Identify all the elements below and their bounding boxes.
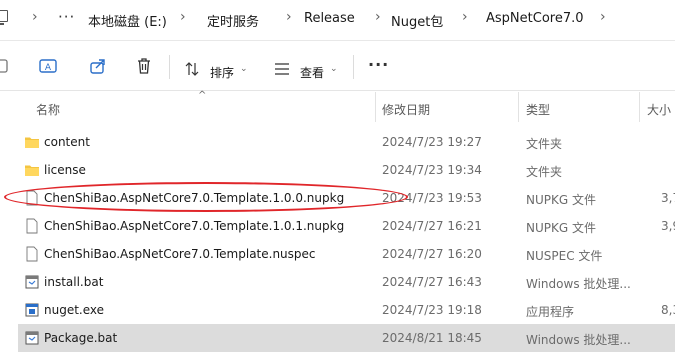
copy-icon[interactable] <box>0 56 12 76</box>
file-name: ChenShiBao.AspNetCore7.0.Template.1.0.0.… <box>44 191 345 205</box>
column-modified[interactable]: 修改日期 <box>382 101 430 118</box>
file-modified: 2024/7/27 16:20 <box>382 247 482 261</box>
list-item-selected[interactable]: Package.bat 2024/8/21 18:45 Windows 批处理.… <box>18 324 675 352</box>
file-modified: 2024/7/23 19:18 <box>382 303 482 317</box>
chevron-right-icon[interactable]: › <box>286 9 292 25</box>
column-size[interactable]: 大小 <box>647 101 671 118</box>
list-item[interactable]: ChenShiBao.AspNetCore7.0.Template.1.0.0.… <box>0 184 675 212</box>
column-divider[interactable] <box>639 92 640 122</box>
file-modified: 2024/8/21 18:45 <box>382 331 482 345</box>
file-type: Windows 批处理... <box>526 277 631 291</box>
command-bar: A 排序 ⌄ 查看 ⌄ ··· <box>0 41 675 91</box>
file-icon <box>26 246 38 262</box>
list-item[interactable]: content 2024/7/23 19:27 文件夹 <box>0 128 675 156</box>
file-icon <box>26 218 38 234</box>
file-modified: 2024/7/23 19:34 <box>382 163 482 177</box>
file-name: nuget.exe <box>44 303 105 317</box>
share-icon[interactable] <box>88 56 108 76</box>
this-pc-icon[interactable] <box>0 10 8 25</box>
breadcrumb-item-current[interactable]: AspNetCore7.0 <box>486 11 584 26</box>
exe-icon <box>25 303 39 317</box>
list-item[interactable]: license 2024/7/23 19:34 文件夹 <box>0 156 675 184</box>
sort-button[interactable]: 排序 <box>210 64 234 81</box>
rename-icon[interactable]: A <box>38 56 58 76</box>
file-name: ChenShiBao.AspNetCore7.0.Template.nuspec <box>44 247 316 261</box>
file-size: 3,7 <box>661 191 675 205</box>
file-name: content <box>44 135 90 149</box>
chevron-down-icon[interactable]: ⌄ <box>240 64 248 74</box>
chevron-right-icon[interactable]: › <box>600 9 606 25</box>
view-button[interactable]: 查看 <box>300 64 324 81</box>
chevron-right-icon[interactable]: › <box>32 9 38 25</box>
file-modified: 2024/7/23 19:27 <box>382 135 482 149</box>
file-type: Windows 批处理... <box>526 333 631 347</box>
file-name: ChenShiBao.AspNetCore7.0.Template.1.0.1.… <box>44 219 345 233</box>
file-modified: 2024/7/27 16:21 <box>382 219 482 233</box>
file-type: 文件夹 <box>526 165 563 179</box>
view-icon[interactable] <box>274 62 290 76</box>
batch-file-icon <box>25 275 39 289</box>
breadcrumb-item-nuget[interactable]: Nuget包 <box>391 11 443 30</box>
list-item[interactable]: install.bat 2024/7/27 16:43 Windows 批处理.… <box>0 268 675 296</box>
list-item[interactable]: ChenShiBao.AspNetCore7.0.Template.nuspec… <box>0 240 675 268</box>
file-size: 8,3 <box>661 303 675 317</box>
sort-icon[interactable] <box>184 61 200 77</box>
file-type: 文件夹 <box>526 137 563 151</box>
chevron-down-icon[interactable]: ⌄ <box>330 64 338 74</box>
file-size: 3,9 <box>661 219 675 233</box>
column-divider[interactable] <box>518 92 519 122</box>
address-bar: › ··· › 本地磁盘 (E:) › 定时服务 › Release › Nug… <box>0 0 675 40</box>
file-modified: 2024/7/27 16:43 <box>382 275 482 289</box>
batch-file-icon <box>25 331 39 345</box>
list-item[interactable]: ChenShiBao.AspNetCore7.0.Template.1.0.1.… <box>0 212 675 240</box>
breadcrumb-item-service[interactable]: 定时服务 <box>207 11 259 30</box>
file-name: Package.bat <box>44 331 118 345</box>
file-modified: 2024/7/23 19:53 <box>382 191 482 205</box>
chevron-right-icon[interactable]: › <box>180 9 186 25</box>
sort-ascending-icon: ^ <box>198 90 207 101</box>
column-name[interactable]: 名称 <box>36 101 60 118</box>
chevron-right-icon[interactable]: › <box>462 9 468 25</box>
column-divider[interactable] <box>375 92 376 122</box>
breadcrumb-item-drive[interactable]: 本地磁盘 (E:) <box>88 11 167 30</box>
column-header: ^ 名称 修改日期 类型 大小 <box>0 90 675 124</box>
folder-icon <box>25 165 39 176</box>
list-item[interactable]: nuget.exe 2024/7/23 19:18 应用程序 8,3 <box>0 296 675 324</box>
delete-icon[interactable] <box>134 56 154 76</box>
file-type: 应用程序 <box>526 305 575 319</box>
file-name: license <box>44 163 86 177</box>
breadcrumb-overflow[interactable]: ··· <box>58 8 75 26</box>
file-type: NUPKG 文件 <box>526 221 596 235</box>
toolbar-separator <box>169 55 170 79</box>
svg-text:A: A <box>45 63 52 73</box>
file-icon <box>26 190 38 206</box>
file-name: install.bat <box>44 275 104 289</box>
chevron-right-icon[interactable]: › <box>375 9 381 25</box>
more-options-button[interactable]: ··· <box>368 55 389 74</box>
breadcrumb-item-release[interactable]: Release <box>304 11 355 26</box>
folder-icon <box>25 137 39 148</box>
file-type: NUPKG 文件 <box>526 193 596 207</box>
toolbar-separator <box>353 55 354 79</box>
column-type[interactable]: 类型 <box>526 101 550 118</box>
file-type: NUSPEC 文件 <box>526 249 603 263</box>
